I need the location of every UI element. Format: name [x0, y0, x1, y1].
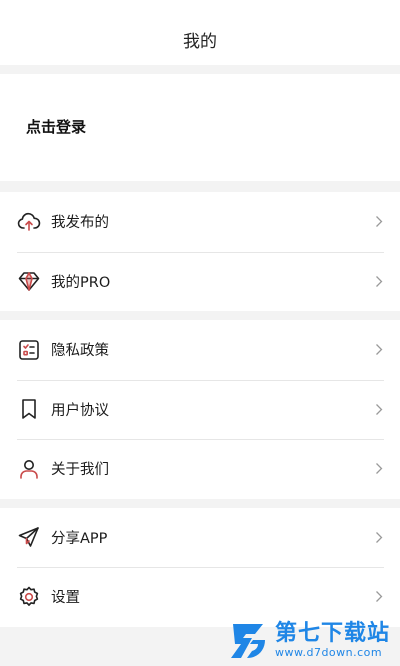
chevron-right-icon — [374, 530, 384, 544]
chevron-right-icon — [374, 462, 384, 476]
menu-item-label: 关于我们 — [51, 462, 109, 479]
cloud-upload-icon — [17, 210, 41, 234]
page-title: 我的 — [183, 32, 217, 52]
menu-item-label: 用户协议 — [51, 402, 109, 419]
menu-item-label: 设置 — [51, 590, 80, 607]
menu-item-label: 我的PRO — [51, 274, 111, 291]
watermark-logo-icon — [227, 618, 271, 662]
chevron-right-icon — [374, 590, 384, 604]
menu-group-content: 我发布的 我的PRO — [0, 192, 400, 311]
menu-item-user-agreement[interactable]: 用户协议 — [0, 379, 400, 440]
watermark-text: 第七下载站 www.d7down.com — [274, 620, 390, 659]
watermark: 第七下载站 www.d7down.com — [227, 618, 390, 662]
watermark-name: 第七下载站 — [274, 620, 390, 646]
gear-icon — [17, 585, 41, 609]
menu-group-app: 分享APP 设置 — [0, 507, 400, 627]
chevron-right-icon — [374, 215, 384, 229]
menu-item-about-us[interactable]: 关于我们 — [0, 439, 400, 499]
profile-screen: 我的 点击登录 我发布的 我的PRO 隐私政策 用户协议 关于我们 分享APP … — [0, 0, 400, 666]
chevron-right-icon — [374, 274, 384, 288]
paper-plane-icon — [17, 525, 41, 549]
menu-item-label: 分享APP — [51, 530, 108, 547]
menu-item-share-app[interactable]: 分享APP — [0, 508, 400, 568]
watermark-url: www.d7down.com — [274, 645, 383, 659]
menu-item-label: 我发布的 — [51, 215, 109, 232]
menu-item-label: 隐私政策 — [51, 343, 109, 360]
bookmark-icon — [17, 397, 41, 421]
menu-group-info: 隐私政策 用户协议 关于我们 — [0, 320, 400, 499]
login-card[interactable]: 点击登录 — [0, 74, 400, 181]
login-link[interactable]: 点击登录 — [26, 116, 86, 137]
top-bar: 我的 — [0, 0, 400, 65]
menu-item-my-posts[interactable]: 我发布的 — [0, 192, 400, 252]
diamond-icon — [17, 269, 41, 293]
chevron-right-icon — [374, 343, 384, 357]
checklist-icon — [17, 338, 41, 362]
menu-item-privacy-policy[interactable]: 隐私政策 — [0, 320, 400, 380]
menu-item-my-pro[interactable]: 我的PRO — [0, 251, 400, 312]
user-icon — [17, 457, 41, 481]
chevron-right-icon — [374, 402, 384, 416]
